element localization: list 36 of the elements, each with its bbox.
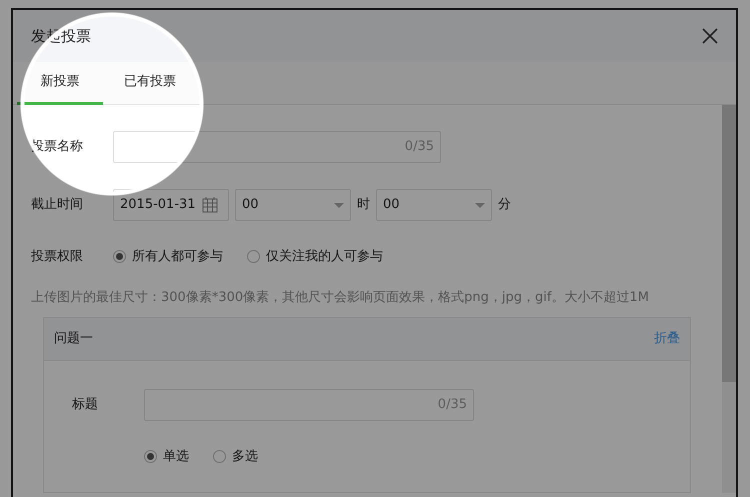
- time-select[interactable]: 00: [235, 189, 351, 221]
- character-counter: 0/35: [438, 396, 467, 414]
- field-label: 截止时间: [31, 196, 84, 214]
- scrollbar[interactable]: [722, 105, 736, 493]
- date-value: 2015-01-31: [120, 196, 196, 214]
- radio-option[interactable]: 仅关注我的人可参与: [247, 247, 383, 266]
- caret-icon: [334, 202, 344, 208]
- radio-button[interactable]: [144, 450, 157, 463]
- select-value: 00: [242, 196, 259, 214]
- select-value: 00: [383, 196, 400, 214]
- unit-label: 分: [498, 196, 511, 214]
- time-select[interactable]: 00: [376, 189, 492, 221]
- radio-button[interactable]: [247, 250, 260, 264]
- radio-label: 所有人都可参与: [132, 248, 223, 266]
- tab[interactable]: 已有投票: [107, 62, 193, 105]
- radio-option[interactable]: 所有人都可参与: [113, 247, 223, 266]
- upload-hint: 上传图片的最佳尺寸：300像素*300像素，其他尺寸会影响页面效果，格式png，jpg，gif。大小不超过1M: [31, 288, 650, 306]
- character-counter: 0/35: [404, 138, 434, 156]
- field-label: 投票权限: [31, 248, 84, 266]
- close-icon[interactable]: [702, 28, 718, 44]
- radio-button[interactable]: [213, 450, 226, 463]
- tab[interactable]: 新投票: [17, 62, 103, 105]
- calendar-icon[interactable]: [202, 197, 218, 213]
- field-label: 投票名称: [31, 138, 84, 156]
- radio-label: 仅关注我的人可参与: [266, 248, 383, 266]
- unit-label: 时: [357, 196, 370, 214]
- radio-button[interactable]: [113, 250, 126, 264]
- radio-option[interactable]: 单选: [144, 446, 189, 466]
- radio-option[interactable]: 多选: [213, 446, 258, 466]
- caret-icon: [475, 202, 485, 208]
- radio-label: 多选: [232, 448, 258, 466]
- question-title: 问题一: [54, 330, 93, 348]
- field-label: 标题: [72, 396, 99, 414]
- date-field[interactable]: 2015-01-31: [113, 189, 229, 221]
- radio-label: 单选: [163, 448, 189, 466]
- dialog-title: 发起投票: [31, 26, 91, 47]
